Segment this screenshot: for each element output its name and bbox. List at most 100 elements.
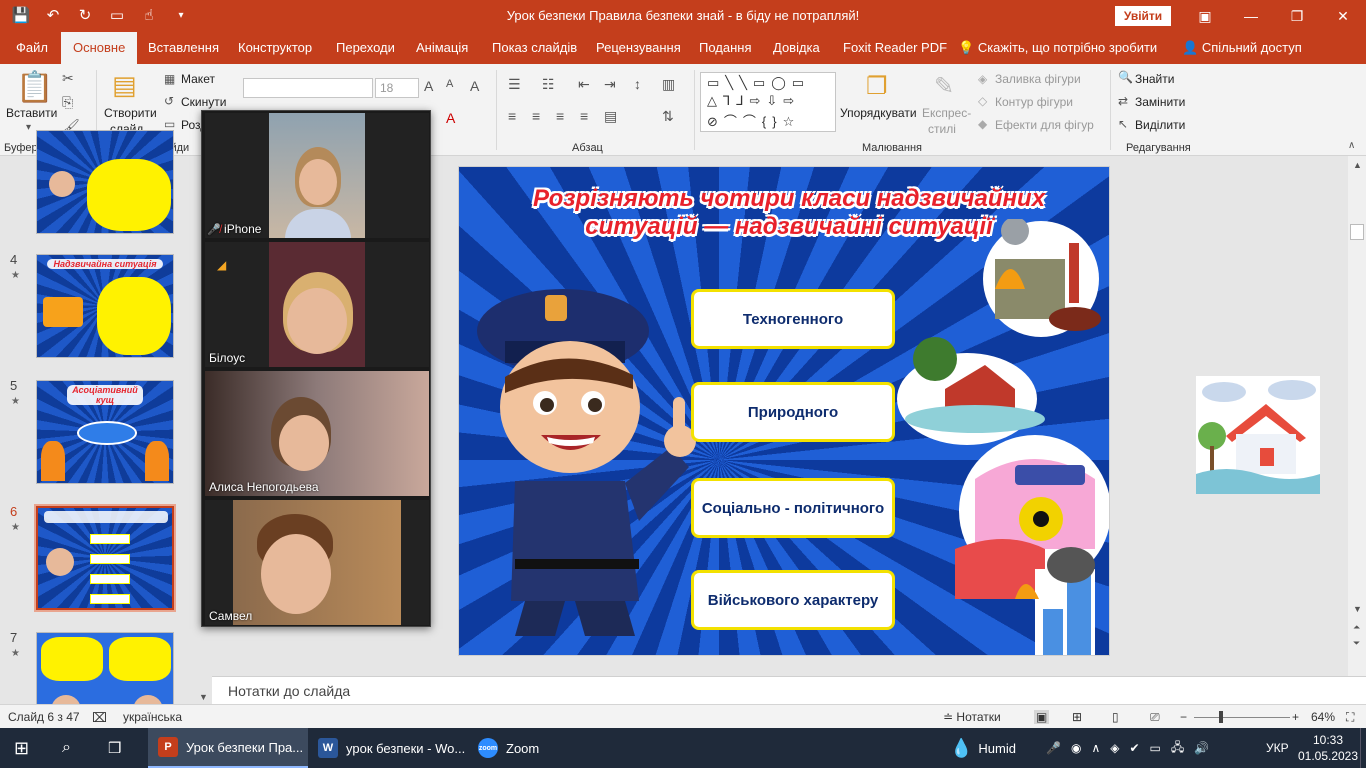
slide-thumbnail-6-selected[interactable] bbox=[34, 504, 176, 612]
close-icon[interactable]: ✕ bbox=[1320, 0, 1366, 32]
fit-slide-icon[interactable]: ⛶ bbox=[1346, 710, 1354, 725]
participant-tile-4[interactable]: Самвел bbox=[205, 500, 429, 625]
tab-view[interactable]: Подання bbox=[699, 32, 752, 64]
search-button[interactable]: ⌕ bbox=[62, 728, 71, 768]
slide-counter[interactable]: Слайд 6 з 47 bbox=[8, 710, 80, 724]
tell-me[interactable]: 💡 Скажіть, що потрібно зробити bbox=[958, 32, 1157, 64]
taskbar-word[interactable]: W урок безпеки - Wo... bbox=[318, 728, 468, 768]
reading-view-icon[interactable]: ▯ bbox=[1112, 710, 1119, 724]
clear-format-icon[interactable]: A bbox=[470, 78, 479, 94]
new-slide-button[interactable]: Створити bbox=[104, 106, 157, 120]
answer-option-natural[interactable]: Природного bbox=[691, 382, 895, 442]
scroll-up-icon[interactable]: ▲ bbox=[1353, 160, 1362, 170]
increase-indent-icon[interactable]: ⇥ bbox=[604, 76, 616, 93]
microphone-icon[interactable]: 🎤 bbox=[1046, 741, 1061, 755]
slide-thumbnail-3[interactable] bbox=[36, 130, 174, 234]
shape-effects-button[interactable]: Ефекти для фігур bbox=[995, 118, 1094, 132]
flood-house-image[interactable] bbox=[1196, 376, 1320, 494]
slide-scrollbar[interactable]: ▲ ▼ ⏶ ⏷ bbox=[1348, 156, 1366, 676]
tab-review[interactable]: Рецензування bbox=[596, 32, 681, 64]
font-color-icon[interactable]: A bbox=[446, 110, 455, 126]
quick-styles-button[interactable]: Експрес- bbox=[922, 106, 971, 120]
slide-thumbnail-4[interactable]: Надзвичайна ситуація bbox=[36, 254, 174, 358]
distributed-icon[interactable]: ▤ bbox=[604, 108, 617, 125]
reset-button[interactable]: Скинути bbox=[181, 95, 226, 109]
language-indicator[interactable]: українська bbox=[123, 710, 182, 724]
ribbon-display-icon[interactable]: ▣ bbox=[1182, 0, 1228, 32]
shrink-font-icon[interactable]: A bbox=[446, 78, 453, 90]
signin-button[interactable]: Увійти bbox=[1115, 6, 1171, 26]
paste-icon[interactable]: 📋 bbox=[16, 70, 53, 105]
notes-pane[interactable]: Нотатки до слайда bbox=[212, 676, 1366, 704]
bullets-icon[interactable]: ☰ bbox=[508, 76, 521, 93]
notes-toggle[interactable]: ≐ Нотатки bbox=[943, 710, 1001, 724]
collapse-ribbon-icon[interactable]: ∧ bbox=[1348, 140, 1355, 151]
previous-slide-icon[interactable]: ⏶ bbox=[1353, 622, 1360, 633]
tab-home[interactable]: Основне bbox=[61, 32, 138, 64]
participant-tile-1[interactable]: 🎤̸ iPhone bbox=[205, 113, 429, 238]
chevron-up-icon[interactable]: ∧ bbox=[1091, 741, 1100, 755]
grow-font-icon[interactable]: A bbox=[424, 78, 433, 94]
next-slide-icon[interactable]: ⏷ bbox=[1353, 638, 1360, 649]
arrange-icon[interactable]: ❐ bbox=[866, 72, 888, 101]
font-size-combo[interactable]: 18 bbox=[375, 78, 419, 98]
tab-slideshow[interactable]: Показ слайдів bbox=[492, 32, 577, 64]
quick-styles-icon[interactable]: ✎ bbox=[934, 72, 954, 101]
app-tray-icon[interactable]: ◈ bbox=[1110, 741, 1119, 755]
tab-file[interactable]: Файл bbox=[16, 32, 48, 64]
scroll-down-icon[interactable]: ▼ bbox=[199, 692, 208, 702]
weather-widget[interactable]: 💧 Humid bbox=[950, 728, 1016, 768]
tab-design[interactable]: Конструктор bbox=[238, 32, 312, 64]
security-icon[interactable]: ✔ bbox=[1129, 741, 1139, 755]
numbering-icon[interactable]: ☷ bbox=[542, 76, 555, 93]
zoom-video-panel[interactable]: 🎤̸ iPhone ◢ Білоус Алиса Непогодьева Сам… bbox=[201, 110, 431, 627]
clock[interactable]: 10:33 01.05.2023 bbox=[1296, 732, 1360, 764]
spellcheck-icon[interactable]: ⌧ bbox=[92, 710, 107, 726]
taskbar-powerpoint[interactable]: P Урок безпеки Пра... bbox=[148, 728, 308, 768]
font-name-combo[interactable] bbox=[243, 78, 373, 98]
cut-icon[interactable]: ✂ bbox=[62, 70, 74, 87]
layout-button[interactable]: Макет bbox=[181, 72, 215, 86]
zoom-out-icon[interactable]: − bbox=[1180, 710, 1187, 724]
tab-transitions[interactable]: Переходи bbox=[336, 32, 395, 64]
zoom-tray-icon[interactable]: ◉ bbox=[1071, 741, 1081, 755]
replace-button[interactable]: Замінити bbox=[1135, 95, 1185, 109]
shapes-row-2[interactable]: △⅂⅃⇨⇩⇨ bbox=[707, 93, 800, 109]
tab-foxit[interactable]: Foxit Reader PDF bbox=[843, 32, 947, 64]
select-button[interactable]: Виділити bbox=[1135, 118, 1185, 132]
align-left-icon[interactable]: ≡ bbox=[508, 108, 516, 124]
zoom-level[interactable]: 64% bbox=[1311, 710, 1335, 724]
slide-thumbnail-5[interactable]: Асоціативний кущ bbox=[36, 380, 174, 484]
zoom-slider-handle[interactable] bbox=[1219, 711, 1223, 723]
volume-icon[interactable]: 🔊 bbox=[1194, 741, 1209, 755]
taskbar-zoom[interactable]: zoom Zoom bbox=[478, 728, 568, 768]
line-spacing-icon[interactable]: ↕ bbox=[634, 76, 641, 92]
current-slide[interactable]: Розрізняють чотири класи надзвичайних си… bbox=[458, 166, 1110, 656]
network-icon[interactable]: 🖧 bbox=[1171, 738, 1184, 759]
answer-option-socio-political[interactable]: Соціально - політичного bbox=[691, 478, 895, 538]
show-desktop-button[interactable] bbox=[1360, 728, 1366, 768]
share-button[interactable]: 👤 Спільний доступ bbox=[1182, 32, 1302, 64]
zoom-slider-track[interactable] bbox=[1194, 717, 1290, 718]
slide-sorter-icon[interactable]: ⊞ bbox=[1072, 710, 1082, 724]
tab-help[interactable]: Довідка bbox=[773, 32, 820, 64]
tab-insert[interactable]: Вставлення bbox=[148, 32, 219, 64]
align-center-icon[interactable]: ≡ bbox=[532, 108, 540, 124]
shapes-gallery[interactable]: ▭╲╲▭◯▭ △⅂⅃⇨⇩⇨ ⊘⌒⌒{}☆ bbox=[700, 72, 836, 132]
battery-icon[interactable]: ▭ bbox=[1150, 741, 1161, 755]
start-button[interactable]: ⊞ bbox=[14, 728, 29, 768]
answer-option-military[interactable]: Військового характеру bbox=[691, 570, 895, 630]
answer-option-technogenic[interactable]: Техногенного bbox=[691, 289, 895, 349]
minimize-icon[interactable]: — bbox=[1228, 0, 1274, 32]
scrollbar-thumb[interactable] bbox=[1350, 224, 1364, 240]
normal-view-icon[interactable]: ▣ bbox=[1034, 710, 1050, 724]
decrease-indent-icon[interactable]: ⇤ bbox=[578, 76, 590, 93]
columns-icon[interactable]: ▥ bbox=[662, 76, 675, 93]
shape-outline-button[interactable]: Контур фігури bbox=[995, 95, 1073, 109]
text-direction-icon[interactable]: ⇅ bbox=[662, 108, 674, 125]
paste-button[interactable]: Вставити bbox=[6, 106, 57, 120]
shape-fill-button[interactable]: Заливка фігури bbox=[995, 72, 1081, 86]
paste-dropdown-icon[interactable]: ▾ bbox=[26, 122, 31, 133]
shapes-row-1[interactable]: ▭╲╲▭◯▭ bbox=[707, 75, 810, 91]
zoom-in-icon[interactable]: + bbox=[1292, 710, 1299, 724]
